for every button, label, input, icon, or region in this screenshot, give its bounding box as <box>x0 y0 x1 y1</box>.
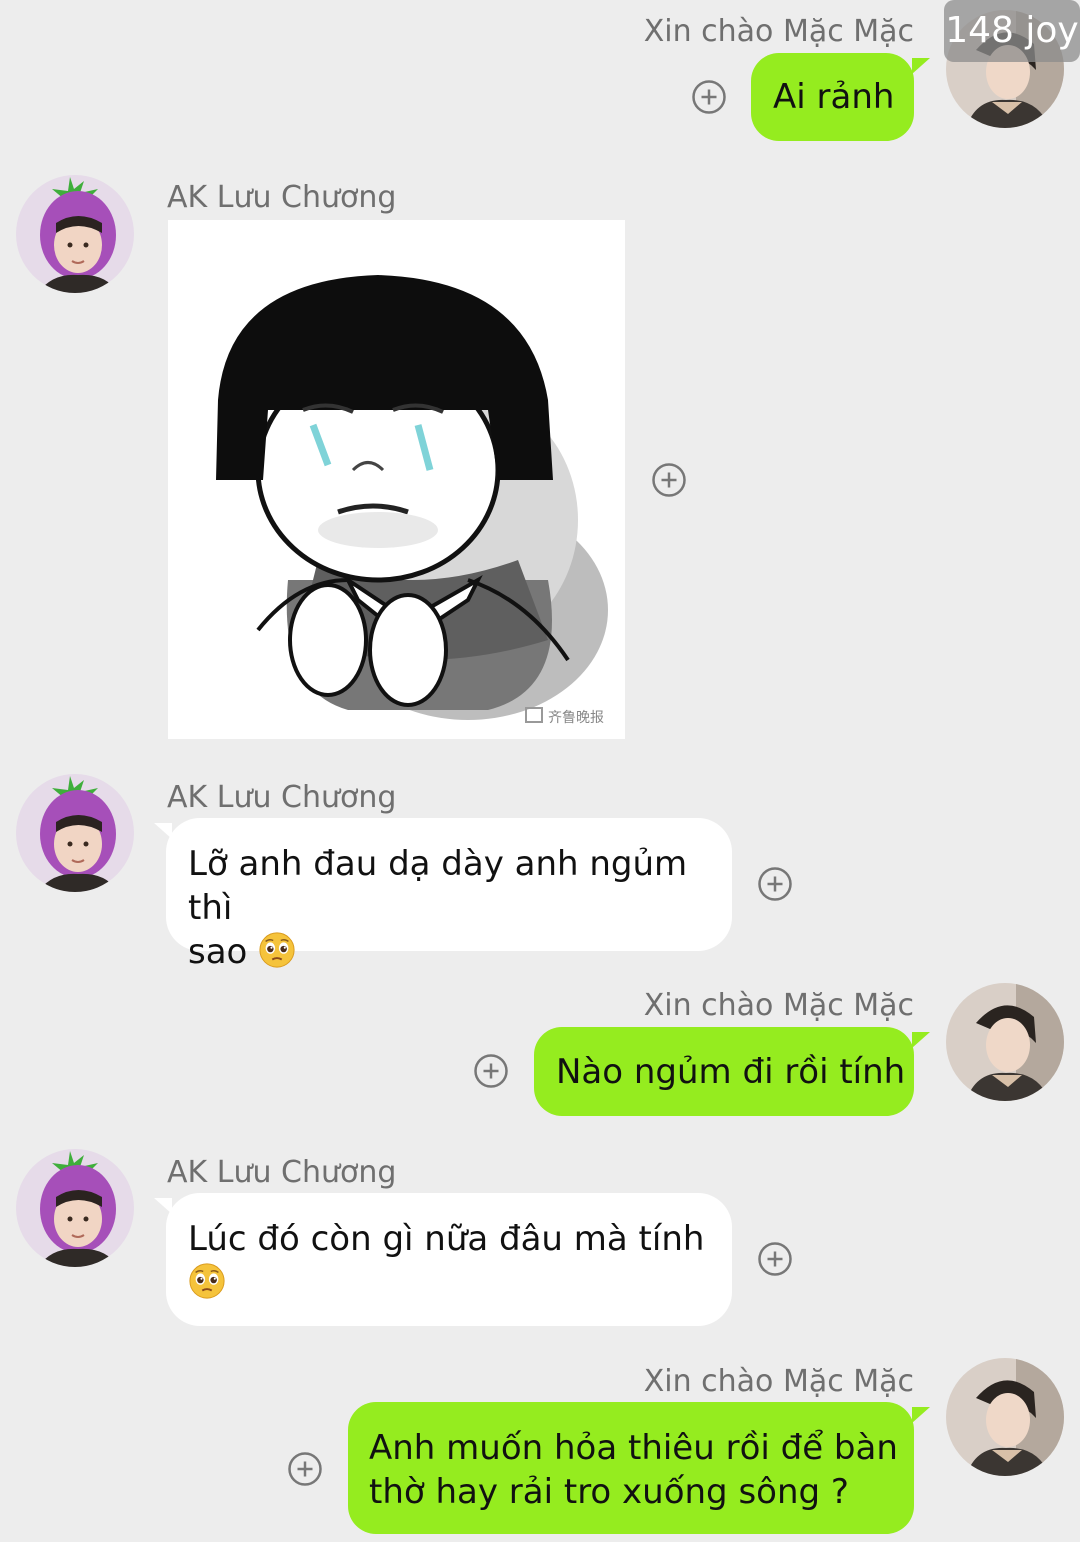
watermark-text: 齐鲁晚报 <box>548 710 604 726</box>
message-text-line: sao <box>188 930 732 974</box>
message-bubble[interactable]: Nào ngủm đi rồi tính <box>534 1027 914 1116</box>
sender-name: Xin chào Mặc Mặc <box>643 1364 914 1399</box>
sender-name: AK Lưu Chương <box>167 180 397 215</box>
pleading-face-emoji-icon <box>188 1262 226 1300</box>
message-bubble[interactable]: Lúc đó còn gì nữa đâu mà tính <box>166 1193 732 1326</box>
avatar[interactable] <box>946 983 1064 1101</box>
sender-name: Xin chào Mặc Mặc <box>643 14 914 49</box>
sender-name: AK Lưu Chương <box>167 780 397 815</box>
message-text-line <box>188 1261 732 1305</box>
add-reaction-icon[interactable] <box>691 79 727 115</box>
message-text-line: Lúc đó còn gì nữa đâu mà tính <box>188 1219 705 1259</box>
bubble-tail <box>912 1407 930 1423</box>
sender-name: AK Lưu Chương <box>167 1155 397 1190</box>
message-bubble[interactable]: Anh muốn hỏa thiêu rồi để bàn thờ hay rả… <box>348 1402 914 1534</box>
pleading-face-emoji-icon <box>258 931 296 969</box>
message-bubble[interactable]: Ai rảnh <box>751 53 914 141</box>
message-text-line: Anh muốn hỏa thiêu rồi để bàn <box>369 1428 898 1468</box>
avatar[interactable] <box>16 175 134 293</box>
add-reaction-icon[interactable] <box>287 1451 323 1487</box>
crying-bowlcut-sticker-icon: 齐鲁晚报 <box>168 220 625 739</box>
add-reaction-icon[interactable] <box>757 1241 793 1277</box>
message-text: Nào ngủm đi rồi tính <box>556 1052 906 1092</box>
bubble-tail <box>912 1032 930 1048</box>
message-text-line: Lỡ anh đau dạ dày anh ngủm thì <box>188 844 688 928</box>
avatar[interactable] <box>946 1358 1064 1476</box>
sticker-image[interactable]: 齐鲁晚报 <box>168 220 625 739</box>
message-text-line: thờ hay rải tro xuống sông ? <box>369 1472 849 1512</box>
add-reaction-icon[interactable] <box>757 866 793 902</box>
avatar[interactable] <box>16 1149 134 1267</box>
bubble-tail <box>912 58 930 74</box>
avatar[interactable] <box>16 774 134 892</box>
message-bubble[interactable]: Lỡ anh đau dạ dày anh ngủm thì sao <box>166 818 732 972</box>
status-badge: 148 joy <box>944 0 1080 62</box>
message-text: Ai rảnh <box>773 77 895 117</box>
sender-name: Xin chào Mặc Mặc <box>643 988 914 1023</box>
add-reaction-icon[interactable] <box>651 462 687 498</box>
add-reaction-icon[interactable] <box>473 1053 509 1089</box>
